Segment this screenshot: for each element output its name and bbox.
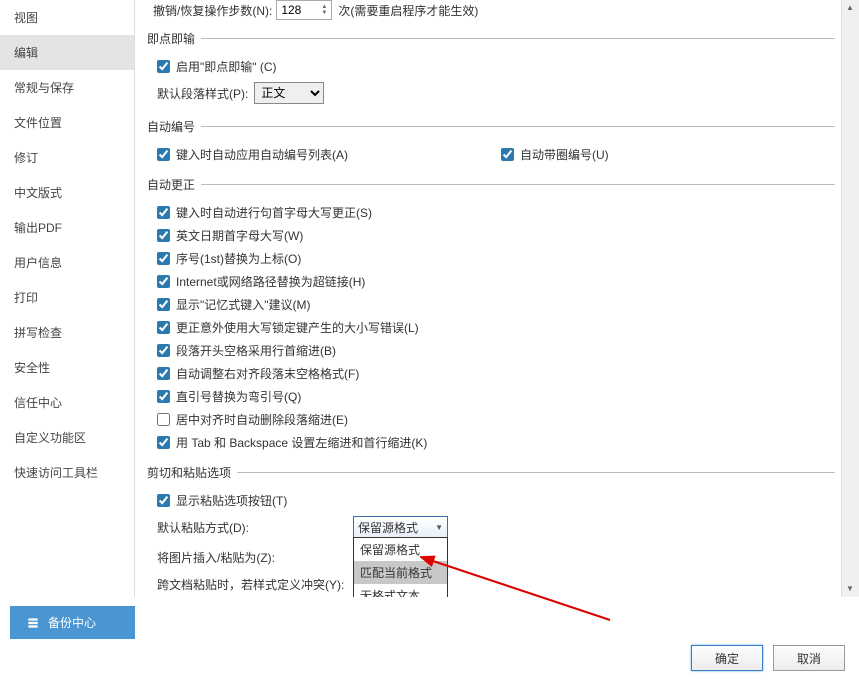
enable-click-type-checkbox[interactable] xyxy=(157,60,170,73)
paste-option-keep-source[interactable]: 保留源格式 xyxy=(354,538,447,561)
show-paste-options-label: 显示粘贴选项按钮(T) xyxy=(176,492,287,509)
sidebar-item-general-save[interactable]: 常规与保存 xyxy=(0,70,134,105)
ac-date-cap-checkbox[interactable] xyxy=(157,229,170,242)
default-paste-label: 默认粘贴方式(D): xyxy=(157,519,347,536)
default-para-style-select[interactable]: 正文 xyxy=(254,82,324,104)
ac-hyperlink-label: Internet或网络路径替换为超链接(H) xyxy=(176,273,365,290)
auto-circle-number-label: 自动带圈编号(U) xyxy=(520,146,609,163)
sidebar: 视图 编辑 常规与保存 文件位置 修订 中文版式 输出PDF 用户信息 打印 拼… xyxy=(0,0,135,597)
default-para-style-label: 默认段落样式(P): xyxy=(157,85,248,102)
undo-steps-suffix: 次(需要重启程序才能生效) xyxy=(338,2,478,19)
ac-tab-indent-label: 用 Tab 和 Backspace 设置左缩进和首行缩进(K) xyxy=(176,434,427,451)
ac-sentence-cap-checkbox[interactable] xyxy=(157,206,170,219)
paste-option-plain-text[interactable]: 无格式文本 xyxy=(354,584,447,597)
sidebar-item-view[interactable]: 视图 xyxy=(0,0,134,35)
cancel-button[interactable]: 取消 xyxy=(773,645,845,671)
enable-click-type-label: 启用"即点即输" (C) xyxy=(176,58,277,75)
sidebar-item-quick-access[interactable]: 快速访问工具栏 xyxy=(0,455,134,490)
ac-autocomplete-label: 显示"记忆式键入"建议(M) xyxy=(176,296,311,313)
ac-date-cap-label: 英文日期首字母大写(W) xyxy=(176,227,303,244)
cross-doc-paste-label: 跨文档粘贴时，若样式定义冲突(Y): xyxy=(157,576,344,593)
ac-indent-space-label: 段落开头空格采用行首缩进(B) xyxy=(176,342,336,359)
ac-tab-indent-checkbox[interactable] xyxy=(157,436,170,449)
undo-steps-label: 撤销/恢复操作步数(N): xyxy=(153,2,272,19)
chevron-down-icon: ▼ xyxy=(435,523,443,532)
spinner-down-icon[interactable]: ▼ xyxy=(321,10,327,16)
sidebar-item-chinese-layout[interactable]: 中文版式 xyxy=(0,175,134,210)
show-paste-options-checkbox[interactable] xyxy=(157,494,170,507)
default-paste-dropdown: 保留源格式 匹配当前格式 无格式文本 xyxy=(353,537,448,597)
insert-image-as-label: 将图片插入/粘贴为(Z): xyxy=(157,549,347,566)
sidebar-item-edit[interactable]: 编辑 xyxy=(0,35,134,70)
ac-smart-quotes-checkbox[interactable] xyxy=(157,390,170,403)
group-auto-number-title: 自动编号 xyxy=(147,118,195,135)
backup-icon xyxy=(26,616,40,630)
ac-center-indent-label: 居中对齐时自动删除段落缩进(E) xyxy=(176,411,348,428)
default-paste-value: 保留源格式 xyxy=(358,519,418,536)
ac-right-align-label: 自动调整右对齐段落末空格格式(F) xyxy=(176,365,359,382)
sidebar-item-revision[interactable]: 修订 xyxy=(0,140,134,175)
sidebar-item-spellcheck[interactable]: 拼写检查 xyxy=(0,315,134,350)
group-click-type-title: 即点即输 xyxy=(147,30,195,47)
default-paste-select[interactable]: 保留源格式 ▼ xyxy=(353,516,448,538)
backup-center-button[interactable]: 备份中心 xyxy=(10,606,135,639)
ac-right-align-checkbox[interactable] xyxy=(157,367,170,380)
ac-autocomplete-checkbox[interactable] xyxy=(157,298,170,311)
sidebar-item-security[interactable]: 安全性 xyxy=(0,350,134,385)
scroll-up-arrow-icon[interactable]: ▲ xyxy=(843,0,857,16)
auto-number-list-label: 键入时自动应用自动编号列表(A) xyxy=(176,146,348,163)
sidebar-item-print[interactable]: 打印 xyxy=(0,280,134,315)
sidebar-item-file-location[interactable]: 文件位置 xyxy=(0,105,134,140)
backup-center-label: 备份中心 xyxy=(48,614,96,631)
ok-button[interactable]: 确定 xyxy=(691,645,763,671)
ac-ordinal-label: 序号(1st)替换为上标(O) xyxy=(176,250,301,267)
ac-center-indent-checkbox[interactable] xyxy=(157,413,170,426)
sidebar-item-output-pdf[interactable]: 输出PDF xyxy=(0,210,134,245)
paste-option-match-format[interactable]: 匹配当前格式 xyxy=(354,561,447,584)
sidebar-item-trust-center[interactable]: 信任中心 xyxy=(0,385,134,420)
content-panel: ▲ ▼ 撤销/恢复操作步数(N): ▲▼ 次(需要重启程序才能生效) 即点即输 … xyxy=(135,0,859,597)
ac-smart-quotes-label: 直引号替换为弯引号(Q) xyxy=(176,388,301,405)
auto-circle-number-checkbox[interactable] xyxy=(501,148,514,161)
group-auto-correct-title: 自动更正 xyxy=(147,176,195,193)
ac-capslock-label: 更正意外使用大写锁定键产生的大小写错误(L) xyxy=(176,319,419,336)
ac-capslock-checkbox[interactable] xyxy=(157,321,170,334)
group-cut-paste-title: 剪切和粘贴选项 xyxy=(147,464,231,481)
ac-ordinal-checkbox[interactable] xyxy=(157,252,170,265)
undo-steps-spinner[interactable]: ▲▼ xyxy=(276,0,332,20)
sidebar-item-user-info[interactable]: 用户信息 xyxy=(0,245,134,280)
scroll-down-arrow-icon[interactable]: ▼ xyxy=(843,581,857,597)
sidebar-item-customize-ribbon[interactable]: 自定义功能区 xyxy=(0,420,134,455)
ac-indent-space-checkbox[interactable] xyxy=(157,344,170,357)
auto-number-list-checkbox[interactable] xyxy=(157,148,170,161)
ac-hyperlink-checkbox[interactable] xyxy=(157,275,170,288)
undo-steps-input[interactable] xyxy=(281,3,311,17)
scrollbar[interactable]: ▲ ▼ xyxy=(841,0,859,597)
ac-sentence-cap-label: 键入时自动进行句首字母大写更正(S) xyxy=(176,204,372,221)
